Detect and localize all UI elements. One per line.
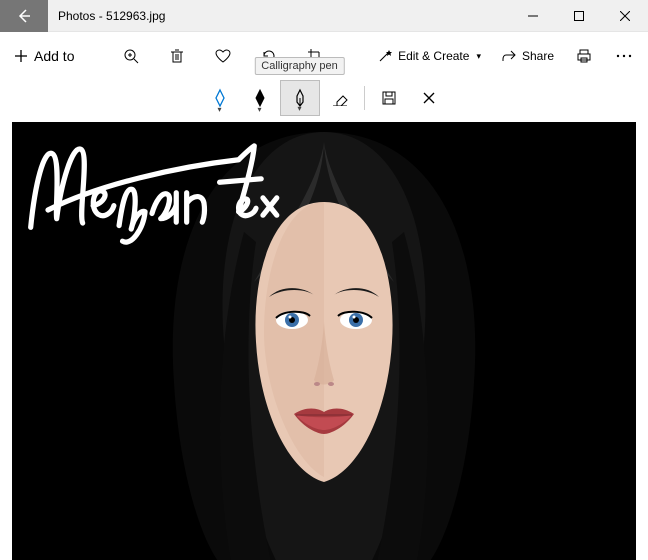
window-title: Photos - 512963.jpg [48,9,510,23]
minimize-button[interactable] [510,0,556,32]
print-button[interactable] [568,40,600,72]
drawing-toolbar: ▾ ▾ Calligraphy pen ▾ [0,80,648,116]
add-to-button[interactable]: Add to [14,48,74,64]
close-icon [423,92,435,104]
delete-button[interactable] [161,40,193,72]
save-icon [381,90,397,106]
edit-create-label: Edit & Create [398,49,469,63]
edit-create-button[interactable]: Edit & Create ▾ [371,40,487,72]
close-icon [620,11,630,21]
chevron-down-icon: ▾ [257,105,261,114]
back-button[interactable] [0,0,48,32]
ink-signature [22,132,282,253]
print-icon [576,48,592,64]
chevron-down-icon: ▾ [297,104,301,113]
plus-icon [14,49,28,63]
divider [364,86,365,110]
favorite-button[interactable] [207,40,239,72]
zoom-button[interactable] [115,40,147,72]
close-drawing-button[interactable] [409,80,449,116]
save-drawing-button[interactable] [369,80,409,116]
close-button[interactable] [602,0,648,32]
calligraphy-pen-tool[interactable]: Calligraphy pen ▾ [280,80,320,116]
trash-icon [169,48,185,64]
share-label: Share [522,49,554,63]
more-button[interactable] [608,40,640,72]
eraser-icon [331,90,349,106]
photo-canvas[interactable] [12,122,636,560]
window-controls [510,0,648,32]
minimize-icon [528,11,538,21]
magic-icon [377,48,393,64]
maximize-icon [574,11,584,21]
titlebar: Photos - 512963.jpg [0,0,648,32]
arrow-left-icon [16,8,32,24]
ballpoint-pen-tool[interactable]: ▾ [200,80,240,116]
ellipsis-icon [616,53,632,59]
maximize-button[interactable] [556,0,602,32]
share-icon [501,48,517,64]
heart-icon [214,48,232,64]
add-to-label: Add to [34,48,74,64]
chevron-down-icon: ▾ [476,51,481,62]
eraser-tool[interactable] [320,80,360,116]
tooltip: Calligraphy pen [254,57,344,75]
chevron-down-icon: ▾ [217,105,221,114]
pencil-tool[interactable]: ▾ [240,80,280,116]
zoom-icon [123,48,139,64]
share-button[interactable]: Share [495,40,560,72]
